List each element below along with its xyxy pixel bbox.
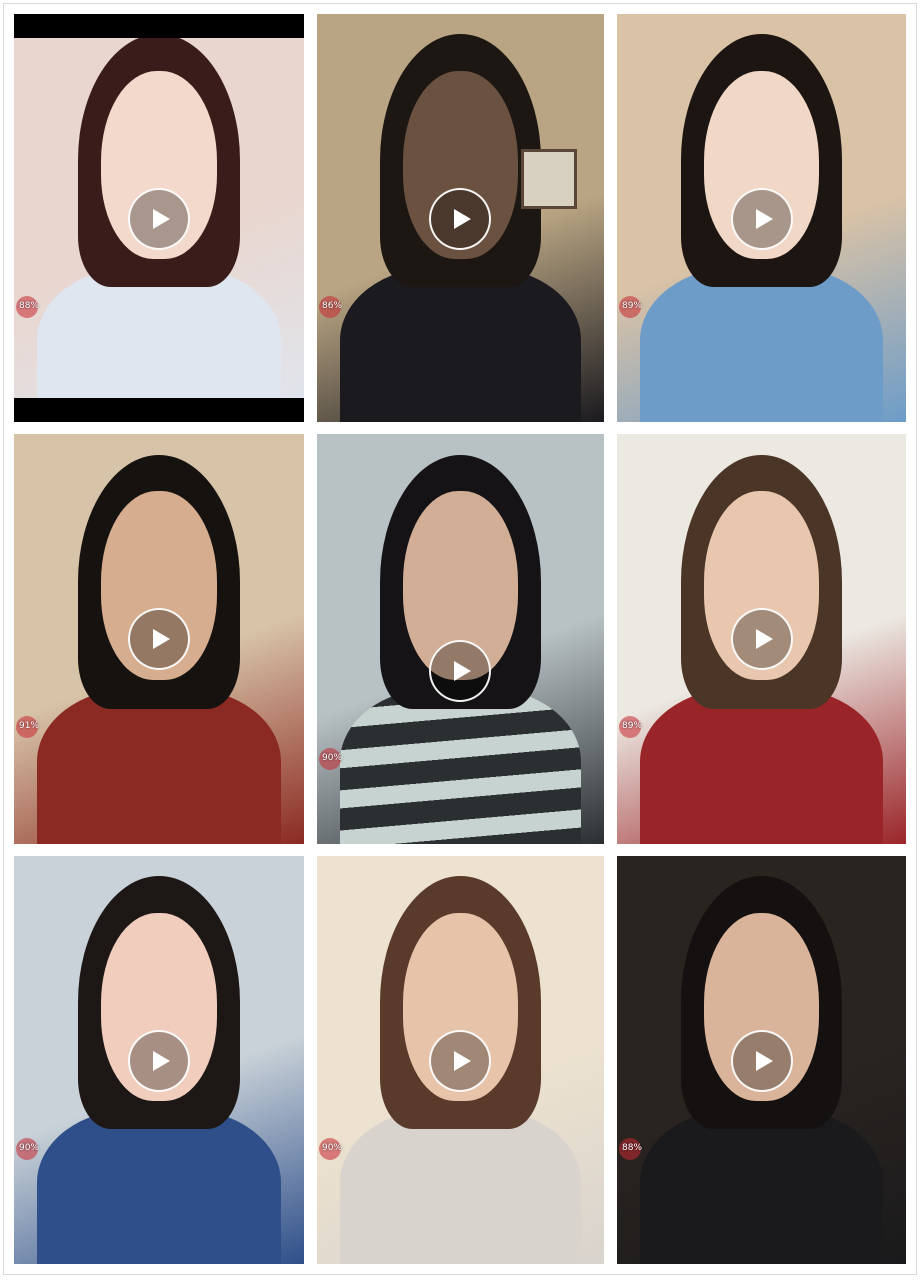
play-icon: [453, 209, 471, 229]
video-tile[interactable]: 90%: [14, 856, 304, 1264]
match-percent-label: 90%: [19, 1143, 40, 1153]
play-icon: [755, 629, 773, 649]
play-icon: [755, 1051, 773, 1071]
play-icon: [755, 209, 773, 229]
play-button[interactable]: [128, 188, 190, 250]
match-percent-label: 88%: [19, 301, 40, 311]
play-icon: [453, 661, 471, 681]
match-percent-badge: 91%: [16, 716, 40, 738]
match-percent-badge: 89%: [619, 296, 643, 318]
match-percent-badge: 89%: [619, 716, 643, 738]
match-percent-label: 90%: [322, 1143, 343, 1153]
letterbox-top: [14, 14, 304, 38]
video-tile[interactable]: 89%: [617, 14, 906, 422]
play-button[interactable]: [428, 188, 491, 250]
video-tile[interactable]: 91%: [14, 434, 304, 844]
match-percent-label: 88%: [622, 1143, 643, 1153]
person-torso: [339, 1108, 582, 1264]
match-percent-badge: 86%: [319, 296, 343, 318]
play-icon: [453, 1051, 471, 1071]
match-percent-badge: 90%: [16, 1138, 40, 1160]
play-button[interactable]: [730, 608, 793, 670]
play-button[interactable]: [428, 1030, 491, 1092]
match-percent-badge: 90%: [319, 1138, 343, 1160]
match-percent-badge: 88%: [16, 296, 40, 318]
play-button[interactable]: [730, 1030, 793, 1092]
play-icon: [153, 629, 170, 649]
match-percent-label: 89%: [622, 301, 643, 311]
video-tile[interactable]: 88%: [617, 856, 906, 1264]
match-percent-badge: 90%: [319, 748, 343, 770]
play-button[interactable]: [428, 640, 491, 702]
play-button[interactable]: [128, 1030, 190, 1092]
match-percent-badge: 88%: [619, 1138, 643, 1160]
match-percent-label: 86%: [322, 301, 343, 311]
person-torso: [37, 688, 281, 844]
match-percent-label: 91%: [19, 721, 40, 731]
video-tile[interactable]: 89%: [617, 434, 906, 844]
play-button[interactable]: [730, 188, 793, 250]
play-icon: [153, 209, 170, 229]
video-tile[interactable]: 90%: [317, 434, 604, 844]
person-torso: [640, 688, 883, 844]
person-torso: [37, 1108, 281, 1264]
match-percent-label: 90%: [322, 753, 343, 763]
match-percent-label: 89%: [622, 721, 643, 731]
letterbox-bottom: [14, 398, 304, 422]
video-tile[interactable]: 90%: [317, 856, 604, 1264]
person-torso: [339, 266, 582, 422]
wall-picture-frame: [520, 148, 577, 209]
play-icon: [153, 1051, 170, 1071]
play-button[interactable]: [128, 608, 190, 670]
person-torso: [640, 266, 883, 422]
person-torso: [640, 1108, 883, 1264]
video-tile[interactable]: 88%: [14, 14, 304, 422]
video-tile[interactable]: 86%: [317, 14, 604, 422]
person-torso: [339, 688, 582, 844]
